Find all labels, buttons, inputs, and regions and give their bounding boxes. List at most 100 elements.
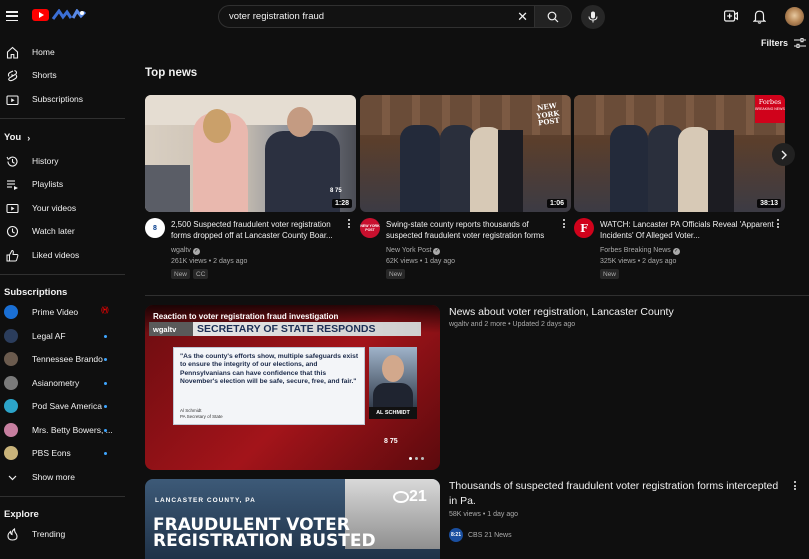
channel-avatar[interactable]: F xyxy=(574,218,594,238)
sidebar-item-home[interactable]: Home xyxy=(0,41,125,63)
subscription-item[interactable]: PBS Eons xyxy=(0,442,125,464)
subscription-label: PBS Eons xyxy=(32,448,71,458)
search-input[interactable]: voter registration fraud ✕ xyxy=(218,5,535,28)
cbs-eye-icon xyxy=(393,490,409,503)
video-badges: New xyxy=(386,269,406,279)
sidebar-item-label: History xyxy=(32,156,59,166)
sidebar-item-history[interactable]: History xyxy=(0,150,125,172)
clear-search-icon[interactable]: ✕ xyxy=(517,10,528,23)
channel-avatar[interactable]: 8 xyxy=(145,218,165,238)
upload-age: 2 days ago xyxy=(213,258,248,265)
channel-avatar[interactable]: NEW YORK POST xyxy=(360,218,380,238)
video-meta: 261K views • 2 days ago xyxy=(171,258,248,265)
channel-row[interactable]: 8:21 CBS 21 News xyxy=(449,528,512,542)
video-title[interactable]: 2,500 Suspected fraudulent voter registr… xyxy=(171,219,347,241)
account-avatar[interactable] xyxy=(785,7,804,26)
badge-new: New xyxy=(386,269,406,279)
video-thumbnail[interactable]: LANCASTER COUNTY, PA 21 FRAUDULENT VOTER… xyxy=(145,479,440,559)
trending-icon xyxy=(7,527,18,541)
video-meta: 62K views • 1 day ago xyxy=(386,258,455,265)
subscription-label: Asianometry xyxy=(32,378,80,388)
view-count: 261K views xyxy=(171,258,207,265)
more-actions-icon[interactable] xyxy=(563,219,566,228)
collection-meta: wgaltv and 2 more • Updated 2 days ago xyxy=(449,321,576,328)
subscriptions-icon xyxy=(6,94,19,105)
video-thumbnail[interactable]: 8 75 1:28 xyxy=(145,95,356,212)
video-thumbnail[interactable]: Forbes BREAKING NEWS 38:13 xyxy=(574,95,785,212)
carousel-dot[interactable] xyxy=(415,457,418,460)
sidebar-item-your-videos[interactable]: Your videos xyxy=(0,197,125,219)
upload-age: 1 day ago xyxy=(424,258,455,265)
search-button[interactable] xyxy=(534,5,572,28)
notifications-icon[interactable] xyxy=(753,9,766,24)
video-meta: 58K views • 1 day ago xyxy=(449,511,518,518)
subscription-item[interactable]: Pod Save America xyxy=(0,395,125,417)
youtube-play-icon xyxy=(32,9,49,21)
sidebar-item-watch-later[interactable]: Watch later xyxy=(0,220,125,242)
channel-name[interactable]: Forbes Breaking News ✓ xyxy=(600,247,680,255)
sidebar-item-subscriptions[interactable]: Subscriptions xyxy=(0,88,125,110)
subscription-item[interactable]: Asianometry xyxy=(0,372,125,394)
channel-badge-text: 8 xyxy=(153,224,157,232)
subscription-item[interactable]: Legal AF xyxy=(0,325,125,347)
video-title[interactable]: Swing-state county reports thousands of … xyxy=(386,219,562,241)
sidebar-item-trending[interactable]: Trending xyxy=(0,523,125,545)
verified-icon: ✓ xyxy=(672,248,680,255)
more-actions-icon[interactable] xyxy=(348,219,351,228)
show-more-button[interactable]: Show more xyxy=(0,466,125,488)
thumbnail-banner: Reaction to voter registration fraud inv… xyxy=(153,312,339,321)
thumbnail-chair xyxy=(145,165,190,212)
channel-avatar[interactable]: 8:21 xyxy=(449,528,463,542)
sidebar-subscriptions-header: Subscriptions xyxy=(4,287,68,298)
subscription-label: Legal AF xyxy=(32,331,66,341)
subscription-item[interactable]: Mrs. Betty Bowers, ... xyxy=(0,419,125,441)
channel-avatar xyxy=(4,423,18,437)
thumbnail-person xyxy=(265,131,340,212)
channel-name[interactable]: CBS 21 News xyxy=(468,532,512,539)
filters-label: Filters xyxy=(761,38,789,48)
subscription-label: Tennessee Brando xyxy=(32,354,103,364)
carousel-dots[interactable] xyxy=(409,457,424,460)
carousel-dot[interactable] xyxy=(409,457,412,460)
section-divider xyxy=(145,295,809,296)
thumbnail-person-head xyxy=(203,109,231,143)
channel-avatar xyxy=(4,446,18,460)
youtube-logo[interactable] xyxy=(32,9,87,21)
create-icon[interactable] xyxy=(724,10,738,22)
voice-search-button[interactable] xyxy=(581,5,605,29)
view-count: 325K views xyxy=(600,258,636,265)
video-badges: New CC xyxy=(171,269,209,279)
channel-badge-text: NEW YORK POST xyxy=(360,224,380,232)
filters-button[interactable]: Filters xyxy=(761,38,807,48)
channel-name[interactable]: New York Post ✓ xyxy=(386,247,441,255)
sidebar-item-liked-videos[interactable]: Liked videos xyxy=(0,244,125,266)
more-actions-icon[interactable] xyxy=(794,481,797,490)
nyp-watermark: NEW YORK POST xyxy=(535,100,561,128)
collection-title[interactable]: News about voter registration, Lancaster… xyxy=(449,305,674,320)
subscription-item[interactable]: Prime Video ((•)) xyxy=(0,301,125,323)
sidebar-you-header[interactable]: You › xyxy=(4,132,30,143)
video-title[interactable]: WATCH: Lancaster PA Officials Reveal 'Ap… xyxy=(600,219,776,241)
thumbnail-podium xyxy=(498,130,523,212)
sidebar-item-playlists[interactable]: Playlists xyxy=(0,173,125,195)
network-logo: 21 xyxy=(393,488,427,506)
collection-thumbnail[interactable]: Reaction to voter registration fraud inv… xyxy=(145,305,440,470)
sidebar-item-label: Liked videos xyxy=(32,250,80,260)
carousel-dot[interactable] xyxy=(421,457,424,460)
subscription-label: Prime Video xyxy=(32,307,79,317)
channel-avatar xyxy=(4,329,18,343)
sidebar: Home Shorts Subscriptions You › History … xyxy=(0,34,125,549)
channel-name[interactable]: wgaltv ✓ xyxy=(171,247,200,255)
station-tag: wgaltv xyxy=(149,322,193,336)
video-title[interactable]: Thousands of suspected fraudulent voter … xyxy=(449,479,779,509)
menu-icon[interactable] xyxy=(6,11,18,21)
thumbnail-podium xyxy=(708,130,734,212)
station-watermark: 8 75 xyxy=(384,438,398,445)
quote-attribution-role: PA Secretary of State xyxy=(180,414,223,419)
next-button[interactable] xyxy=(772,143,795,166)
more-actions-icon[interactable] xyxy=(777,219,780,228)
channel-badge-text: F xyxy=(580,221,588,235)
video-thumbnail[interactable]: NEW YORK POST 1:06 xyxy=(360,95,571,212)
sidebar-item-shorts[interactable]: Shorts xyxy=(0,64,125,86)
subscription-item[interactable]: Tennessee Brando xyxy=(0,348,125,370)
